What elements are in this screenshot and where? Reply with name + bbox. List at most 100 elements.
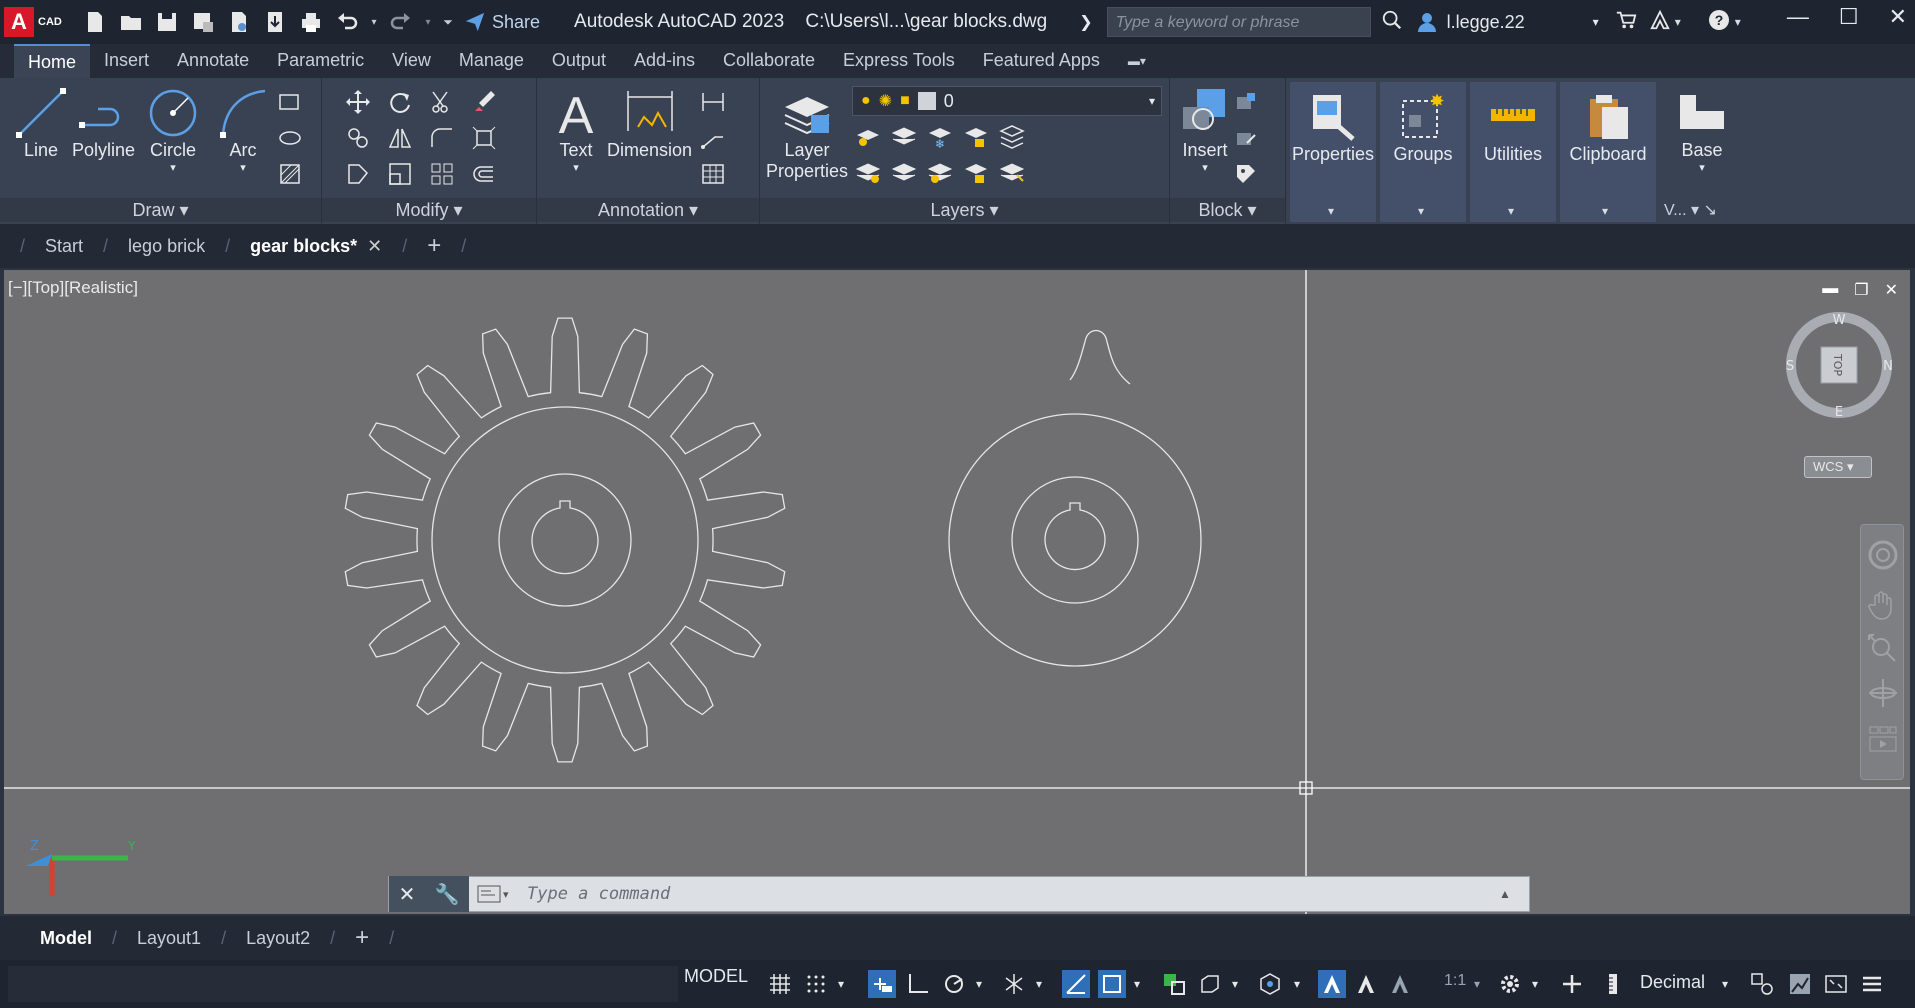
line-button[interactable]: Line: [14, 86, 68, 161]
plot-icon[interactable]: [296, 7, 326, 37]
workspace-dropdown-icon[interactable]: ▾: [1528, 970, 1542, 998]
clipboard-panel[interactable]: Clipboard ▾: [1560, 82, 1656, 222]
large-gear-inner-circle[interactable]: [431, 406, 699, 674]
offset-icon[interactable]: [470, 160, 498, 188]
search-input[interactable]: Type a keyword or phrase: [1106, 7, 1371, 37]
layer-thaw-icon[interactable]: [926, 158, 954, 186]
insert-dropdown-icon[interactable]: ▾: [1202, 161, 1208, 174]
units-icon[interactable]: [1600, 970, 1628, 998]
isodraft-icon[interactable]: [1000, 970, 1028, 998]
utilities-button[interactable]: Utilities: [1474, 90, 1552, 165]
tab-layout1[interactable]: Layout1: [117, 928, 221, 949]
customize-qat-icon[interactable]: ⏷: [440, 7, 456, 37]
properties-button[interactable]: Properties: [1292, 90, 1374, 165]
new-tab-icon[interactable]: +: [407, 232, 461, 260]
arc-dropdown-icon[interactable]: ▾: [240, 161, 246, 174]
erase-icon[interactable]: [470, 88, 498, 116]
lightbulb-icon[interactable]: ●: [861, 92, 871, 110]
dynamic-input-icon[interactable]: [868, 970, 896, 998]
chevron-right-icon[interactable]: ❯: [1079, 12, 1092, 32]
utilities-dropdown-icon[interactable]: ▾: [1508, 204, 1514, 218]
rotate-icon[interactable]: [386, 88, 414, 116]
circle-dropdown-icon[interactable]: ▾: [170, 161, 176, 174]
clipboard-button[interactable]: Clipboard: [1564, 90, 1652, 165]
isodraft-dropdown-icon[interactable]: ▾: [1032, 970, 1046, 998]
ribbon-minimize-icon[interactable]: ▬▾: [1114, 44, 1160, 78]
hatch-icon[interactable]: [276, 160, 304, 188]
tab-gear-blocks[interactable]: gear blocks* ✕: [230, 236, 402, 257]
modify-panel-title[interactable]: Modify ▾: [322, 198, 536, 222]
annotation-scale-value[interactable]: 1:1: [1444, 972, 1466, 990]
recent-commands-icon[interactable]: ▾: [469, 885, 513, 903]
command-history-icon[interactable]: ▲: [1499, 887, 1529, 901]
selection-dropdown-icon[interactable]: ▾: [1228, 970, 1242, 998]
tab-view[interactable]: View: [378, 44, 445, 78]
drawing-viewport[interactable]: [−][Top][Realistic] ▬ ❐ ✕ Z Y TOP W N S …: [4, 270, 1910, 914]
large-gear-teeth-outline[interactable]: [344, 317, 786, 763]
leader-icon[interactable]: [699, 124, 727, 152]
command-input[interactable]: Type a command: [513, 884, 1499, 904]
text-button[interactable]: A Text ▾: [549, 86, 603, 174]
base-button[interactable]: Base ▾: [1666, 86, 1738, 174]
edit-block-icon[interactable]: [1232, 124, 1260, 152]
share-button[interactable]: Share: [464, 11, 540, 33]
clean-screen-icon[interactable]: [1822, 970, 1850, 998]
save-as-icon[interactable]: [188, 7, 218, 37]
block-panel-title[interactable]: Block ▾: [1170, 198, 1285, 222]
scale-icon[interactable]: [386, 160, 414, 188]
selection-cycling-icon[interactable]: [1196, 970, 1224, 998]
scale-dropdown-icon[interactable]: ▾: [1470, 970, 1484, 998]
layer-unisolate-icon[interactable]: [890, 158, 918, 186]
explode-icon[interactable]: [470, 124, 498, 152]
trim-icon[interactable]: [428, 88, 456, 116]
redo-dropdown-icon[interactable]: ▾: [422, 7, 434, 37]
layer-merge-icon[interactable]: [998, 122, 1026, 150]
object-snap-tracking-icon[interactable]: [1062, 970, 1090, 998]
object-snap-dropdown-icon[interactable]: ▾: [1130, 970, 1144, 998]
zoom-extents-icon[interactable]: [1867, 633, 1899, 670]
3d-snap-dropdown-icon[interactable]: ▾: [1290, 970, 1304, 998]
customization-menu-icon[interactable]: [1858, 970, 1886, 998]
3d-object-snap-icon[interactable]: [1256, 970, 1284, 998]
tab-layout2[interactable]: Layout2: [226, 928, 330, 949]
groups-panel[interactable]: ✸ Groups ▾: [1380, 82, 1466, 222]
tab-model[interactable]: Model: [20, 928, 112, 949]
close-tab-icon[interactable]: ✕: [367, 236, 382, 257]
auto-scale-icon[interactable]: [1352, 970, 1380, 998]
sun-icon[interactable]: ✺: [879, 91, 892, 111]
polar-dropdown-icon[interactable]: ▾: [972, 970, 986, 998]
user-account[interactable]: l.legge.22 ▾: [1415, 10, 1599, 34]
user-dropdown-icon[interactable]: ▾: [1593, 15, 1599, 29]
maximize-icon[interactable]: ☐: [1839, 4, 1859, 30]
undo-dropdown-icon[interactable]: ▾: [368, 7, 380, 37]
tab-lego-brick[interactable]: lego brick: [108, 236, 225, 257]
workspace-gear-icon[interactable]: [1496, 970, 1524, 998]
showmotion-icon[interactable]: [1867, 723, 1899, 760]
layers-panel-title[interactable]: Layers ▾: [760, 198, 1169, 222]
tab-collaborate[interactable]: Collaborate: [709, 44, 829, 78]
app-logo[interactable]: A CAD: [4, 6, 68, 38]
new-file-icon[interactable]: [80, 7, 110, 37]
close-icon[interactable]: ✕: [1889, 4, 1907, 30]
cart-icon[interactable]: [1615, 9, 1637, 36]
tab-insert[interactable]: Insert: [90, 44, 163, 78]
new-layout-icon[interactable]: +: [335, 924, 389, 952]
layer-properties-button[interactable]: Layer Properties: [766, 86, 848, 182]
polar-tracking-icon[interactable]: [940, 970, 968, 998]
base-dropdown-icon[interactable]: ▾: [1699, 161, 1705, 174]
properties-dropdown-icon[interactable]: ▾: [1328, 204, 1334, 218]
rectangle-icon[interactable]: [276, 88, 304, 116]
ortho-icon[interactable]: [904, 970, 932, 998]
tab-output[interactable]: Output: [538, 44, 620, 78]
help-icon[interactable]: ?: [1707, 8, 1731, 37]
open-from-web-icon[interactable]: [224, 7, 254, 37]
properties-panel[interactable]: Properties ▾: [1290, 82, 1376, 222]
dimension-button[interactable]: Dimension: [607, 86, 692, 161]
linear-dimension-icon[interactable]: [699, 88, 727, 116]
tab-express-tools[interactable]: Express Tools: [829, 44, 969, 78]
fillet-icon[interactable]: [428, 124, 456, 152]
orbit-icon[interactable]: [1867, 677, 1899, 714]
table-icon[interactable]: [699, 160, 727, 188]
tab-featured-apps[interactable]: Featured Apps: [969, 44, 1114, 78]
circle-button[interactable]: Circle ▾: [146, 86, 200, 174]
